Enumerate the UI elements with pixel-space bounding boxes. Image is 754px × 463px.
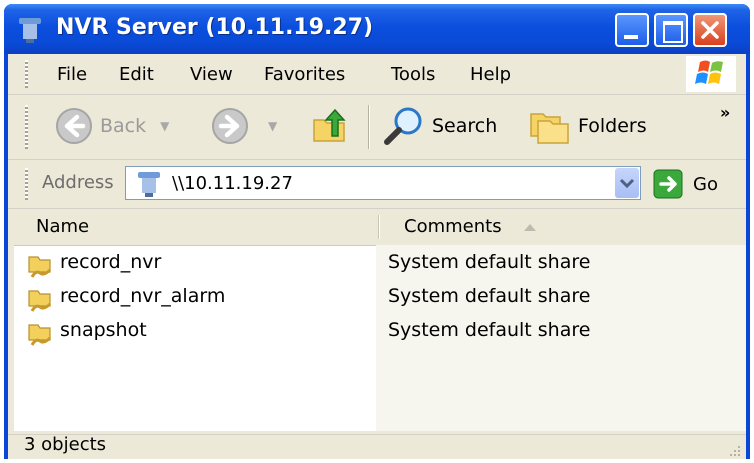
menu-file[interactable]: File: [57, 64, 87, 85]
search-button[interactable]: Search: [382, 106, 497, 146]
forward-arrow-icon: [212, 108, 248, 144]
back-dropdown-icon[interactable]: ▼: [160, 119, 169, 133]
minimize-icon: [624, 35, 638, 39]
shared-folder-icon: [28, 290, 52, 312]
folders-button[interactable]: Folders: [528, 106, 647, 146]
explorer-window: NVR Server (10.11.19.27) File Edit View …: [4, 4, 750, 459]
address-field[interactable]: \\10.11.19.27: [125, 166, 641, 200]
menu-help[interactable]: Help: [470, 64, 511, 85]
go-arrow-icon: [653, 169, 683, 199]
network-share-icon: [19, 18, 41, 43]
search-label: Search: [432, 115, 498, 137]
file-list[interactable]: Name Comments record_nvr System default …: [14, 209, 746, 431]
item-name: snapshot: [60, 319, 147, 341]
column-comments[interactable]: Comments: [404, 209, 502, 245]
up-folder-icon: [313, 108, 346, 142]
shared-folder-icon: [28, 324, 52, 346]
address-dropdown-button[interactable]: [615, 168, 639, 198]
menu-tools[interactable]: Tools: [391, 64, 435, 85]
resize-grip-icon[interactable]: [726, 442, 742, 458]
menu-view[interactable]: View: [190, 64, 233, 85]
address-label: Address: [42, 172, 114, 193]
menu-favorites[interactable]: Favorites: [264, 64, 345, 85]
close-button[interactable]: [693, 13, 727, 47]
item-comment: System default share: [388, 285, 591, 307]
search-icon: [384, 107, 422, 145]
sort-ascending-icon: [524, 224, 536, 231]
title-bar[interactable]: NVR Server (10.11.19.27): [4, 4, 750, 54]
item-name: record_nvr: [60, 251, 162, 273]
toolbar-separator: [368, 105, 369, 149]
minimize-button[interactable]: [615, 13, 649, 47]
windows-logo: [686, 56, 736, 92]
status-text: 3 objects: [24, 434, 107, 455]
folders-icon: [530, 113, 569, 144]
list-item[interactable]: record_nvr_alarm System default share: [14, 280, 746, 314]
menu-bar: File Edit View Favorites Tools Help: [8, 54, 746, 95]
column-name[interactable]: Name: [36, 209, 89, 245]
menu-edit[interactable]: Edit: [119, 64, 154, 85]
column-header: Name Comments: [14, 209, 746, 246]
address-grip[interactable]: [25, 168, 28, 200]
column-divider[interactable]: [378, 215, 379, 239]
network-share-icon: [138, 172, 160, 197]
forward-button[interactable]: ▼: [210, 106, 277, 146]
back-arrow-icon: [56, 108, 92, 144]
back-label: Back: [100, 115, 147, 137]
maximize-icon: [663, 21, 683, 43]
menu-grip[interactable]: [25, 60, 28, 88]
status-bar: 3 objects: [8, 434, 746, 459]
maximize-button[interactable]: [654, 13, 688, 47]
close-icon: [701, 21, 719, 39]
item-comment: System default share: [388, 319, 591, 341]
list-item[interactable]: record_nvr System default share: [14, 246, 746, 280]
address-value[interactable]: \\10.11.19.27: [172, 173, 293, 194]
item-name: record_nvr_alarm: [60, 285, 226, 307]
list-item[interactable]: snapshot System default share: [14, 314, 746, 348]
folders-label: Folders: [578, 115, 647, 137]
up-folder-button[interactable]: [310, 106, 350, 146]
toolbar-grip[interactable]: [25, 105, 28, 149]
chevron-down-icon: [619, 178, 635, 189]
forward-dropdown-icon[interactable]: ▼: [268, 119, 277, 133]
address-bar: Address \\10.11.19.27 Go: [8, 160, 746, 209]
window-body: File Edit View Favorites Tools Help Back…: [8, 54, 746, 459]
back-button[interactable]: Back ▼: [54, 106, 169, 146]
toolbar-chevron-icon[interactable]: »: [720, 103, 730, 122]
go-label: Go: [693, 173, 718, 195]
window-title: NVR Server (10.11.19.27): [56, 15, 374, 40]
shared-folder-icon: [28, 256, 52, 278]
go-button[interactable]: Go: [653, 169, 718, 199]
item-comment: System default share: [388, 251, 591, 273]
standard-toolbar: Back ▼ ▼ Search Folders »: [8, 95, 746, 160]
